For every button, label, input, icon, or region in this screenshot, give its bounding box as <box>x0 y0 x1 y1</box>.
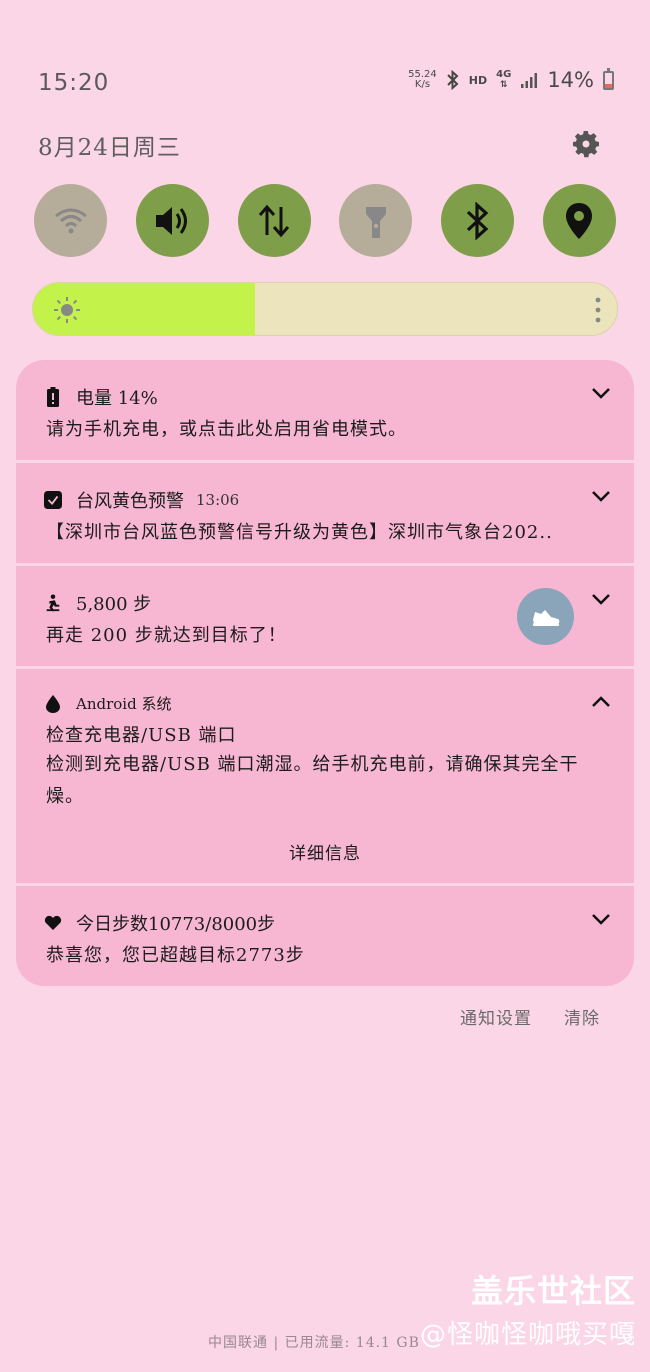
location-pin-icon <box>566 202 593 239</box>
location-toggle[interactable] <box>542 184 616 257</box>
quick-settings-toggles <box>34 184 616 258</box>
notification-title: 检查充电器/USB 端口 <box>46 725 237 746</box>
notification-battery[interactable]: 电量 14% 请为手机充电，或点击此处启用省电模式。 <box>16 360 634 460</box>
speaker-icon <box>156 206 188 235</box>
battery-icon <box>44 387 62 407</box>
mobile-data-toggle[interactable] <box>237 184 311 257</box>
wifi-icon <box>54 208 87 233</box>
bluetooth-toggle[interactable] <box>441 184 515 257</box>
flashlight-icon <box>365 206 386 238</box>
battery-icon <box>603 67 614 90</box>
walking-icon <box>44 593 62 613</box>
chevron-down-icon[interactable] <box>590 386 612 400</box>
clear-all-button[interactable]: 清除 <box>564 1004 600 1029</box>
bluetooth-status-icon <box>446 70 460 90</box>
brightness-sun-icon <box>54 297 80 323</box>
bluetooth-icon <box>466 201 489 240</box>
clock: 15:20 <box>38 70 110 96</box>
chevron-down-icon[interactable] <box>590 489 612 503</box>
weather-app-icon <box>44 490 62 510</box>
notification-daily-steps[interactable]: 今日步数10773/8000步 恭喜您，您已超越目标2773步 <box>16 886 634 986</box>
settings-gear-icon[interactable] <box>570 128 602 160</box>
data-transfer-icon <box>258 204 290 237</box>
carrier-info: 中国联通 | 已用流量: 14.1 GB <box>208 1335 420 1351</box>
notification-title: 今日步数10773/8000步 <box>76 914 276 935</box>
heart-icon <box>44 913 62 933</box>
status-icons: 55.24 K/s HD 4G ⇅ 14% <box>408 67 614 92</box>
notification-body: 请为手机充电，或点击此处启用省电模式。 <box>46 419 407 440</box>
notification-title: 电量 14% <box>76 388 158 409</box>
notification-panel: 电量 14% 请为手机充电，或点击此处启用省电模式。 台风黄色预警 13:06 … <box>16 360 634 986</box>
notification-body: 恭喜您，您已超越目标2773步 <box>46 945 305 966</box>
notification-android-system[interactable]: Android 系统 检查充电器/USB 端口 检测到充电器/USB 端口潮湿。… <box>16 669 634 883</box>
notification-app-name: Android 系统 <box>76 695 172 713</box>
network-type-icon: 4G ⇅ <box>496 69 512 91</box>
notification-title: 台风黄色预警 <box>76 491 184 512</box>
notification-body: 检测到充电器/USB 端口潮湿。给手机充电前，请确保其完全干燥。 <box>46 754 579 807</box>
watermark-community: 盖乐世社区 <box>470 1272 636 1310</box>
wifi-toggle[interactable] <box>34 184 107 257</box>
signal-icon <box>520 71 538 89</box>
date-label[interactable]: 8月24日周三 <box>38 128 602 162</box>
hd-voice-icon: HD <box>468 73 488 87</box>
chevron-down-icon[interactable] <box>590 912 612 926</box>
notification-actions: 通知设置 清除 <box>460 1004 600 1029</box>
status-bar: 15:20 55.24 K/s HD 4G ⇅ 14% <box>38 66 614 102</box>
brightness-slider[interactable] <box>32 282 618 336</box>
battery-percentage: 14% <box>547 68 594 92</box>
notification-typhoon[interactable]: 台风黄色预警 13:06 【深圳市台风蓝色预警信号升级为黄色】深圳市气象台202… <box>16 463 634 563</box>
sneaker-icon <box>532 609 559 626</box>
chevron-up-icon[interactable] <box>590 695 612 709</box>
date-row: 8月24日周三 <box>38 128 602 162</box>
notification-settings-button[interactable]: 通知设置 <box>460 1004 532 1029</box>
start-workout-button[interactable] <box>517 588 574 645</box>
sound-toggle[interactable] <box>135 184 209 257</box>
chevron-down-icon[interactable] <box>590 592 612 606</box>
network-speed: 55.24 K/s <box>408 69 437 90</box>
more-options-icon[interactable] <box>595 296 601 324</box>
notification-time: 13:06 <box>196 491 240 509</box>
watermark-user: @怪咖怪咖哦买嘎 <box>419 1320 636 1350</box>
details-button[interactable]: 详细信息 <box>16 839 634 864</box>
notification-body: 【深圳市台风蓝色预警信号升级为黄色】深圳市气象台202.. <box>46 522 553 543</box>
water-drop-icon <box>44 694 62 714</box>
notification-title: 5,800 步 <box>76 594 152 615</box>
notification-steps[interactable]: 5,800 步 再走 200 步就达到目标了！ <box>16 566 634 666</box>
flashlight-toggle[interactable] <box>339 184 413 257</box>
